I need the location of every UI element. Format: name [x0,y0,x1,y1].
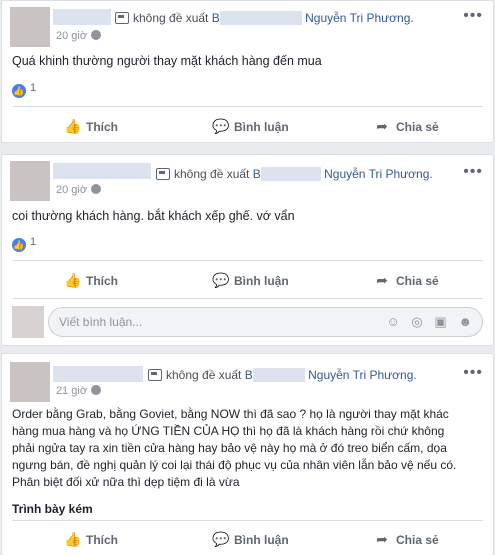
share-button[interactable]: ➦ Chia sẻ [374,524,439,554]
page-icon [148,369,162,381]
like-label: Thích [86,274,118,288]
page-link-suffix[interactable]: Nguyễn Tri Phương. [305,11,414,25]
redacted-page-name [260,167,321,181]
page-link-suffix[interactable]: Nguyễn Tri Phương. [324,167,433,181]
reaction-number: 1 [30,82,37,94]
comment-tools: ☺ ◎ ▣ ☻ [379,308,472,336]
reaction-count[interactable]: 👍 1 [12,236,36,252]
recommend-text: không đề xuất [133,11,209,25]
comment-label: Bình luận [234,120,289,134]
post-header: không đề xuất B Nguyễn Tri Phương. [156,166,433,182]
action-bar: 👍 Thích 💬 Bình luận ➦ Chia sẻ [2,524,493,554]
post-header: không đề xuất B Nguyễn Tri Phương. [115,10,414,26]
thumbs-up-icon: 👍 [64,531,82,547]
page-icon [115,12,129,24]
recommend-text: không đề xuất [166,368,242,382]
review-post-1: không đề xuất B Nguyễn Tri Phương. 20 gi… [1,0,494,143]
comment-label: Bình luận [234,274,289,288]
emoji-icon[interactable]: ☺ [387,314,400,329]
comment-input[interactable]: Viết bình luận... ☺ ◎ ▣ ☻ [48,307,483,337]
comment-placeholder: Viết bình luận... [59,315,143,329]
share-label: Chia sẻ [396,120,439,134]
page-icon [156,168,170,180]
comment-bubble-icon: 💬 [212,531,230,547]
time-text: 20 giờ [56,30,88,42]
review-post-3: không đề xuất B Nguyễn Tri Phương. 21 gi… [1,353,494,555]
avatar[interactable] [10,161,50,201]
gif-icon[interactable]: ▣ [434,314,446,329]
share-button[interactable]: ➦ Chia sẻ [374,111,439,141]
comment-bubble-icon: 💬 [212,118,230,134]
timestamp[interactable]: 20 giờ [56,30,102,42]
recommend-text: không đề xuất [174,167,250,181]
redacted-name [53,9,111,25]
post-text-line: ngưng bán, đề nghị quản lý coi lại thái … [12,458,457,472]
like-label: Thích [86,120,118,134]
sticker-icon[interactable]: ☻ [458,314,472,329]
action-bar: 👍 Thích 💬 Bình luận ➦ Chia sẻ [2,265,493,295]
page-link-suffix[interactable]: Nguyễn Tri Phương. [308,368,417,382]
share-arrow-icon: ➦ [376,118,388,134]
post-header: không đề xuất B Nguyễn Tri Phương. [148,367,417,383]
comment-composer: Viết bình luận... ☺ ◎ ▣ ☻ [12,306,483,338]
post-text-line: Phân biệt đối xử nữa thì dẹp tiệm đi là … [12,475,240,489]
share-label: Chia sẻ [396,533,439,547]
like-button[interactable]: 👍 Thích [64,111,118,141]
review-post-2: không đề xuất B Nguyễn Tri Phương. 20 gi… [1,154,494,346]
page-link[interactable]: B [245,368,253,382]
comment-button[interactable]: 💬 Bình luận [212,524,289,554]
globe-icon [91,385,102,395]
more-options-icon[interactable]: ••• [463,8,483,24]
comment-button[interactable]: 💬 Bình luận [212,111,289,141]
thumbs-up-icon: 👍 [64,272,82,288]
time-text: 21 giờ [56,385,88,397]
like-badge-icon: 👍 [12,238,26,252]
more-options-icon[interactable]: ••• [463,365,483,381]
post-text: coi thường khách hàng. bắt khách xếp ghế… [12,209,295,223]
post-text-line: phải ngửa tay ra xin tiền cửa hàng hay b… [12,441,447,455]
post-text-bold: Trình bày kém [12,502,93,516]
reaction-number: 1 [30,236,37,248]
post-text: Order bằng Grab, bằng Goviet, bằng NOW t… [12,406,483,491]
page-link[interactable]: B [253,167,261,181]
post-text-line: Order bằng Grab, bằng Goviet, bằng NOW t… [12,407,449,421]
avatar[interactable] [10,362,50,402]
globe-icon [91,184,102,194]
divider [12,106,483,107]
comment-label: Bình luận [234,533,289,547]
post-text-line: hàng mua hàng và họ ỨNG TIỀN CỦA HỌ thì … [12,424,445,438]
avatar[interactable] [10,7,50,47]
more-options-icon[interactable]: ••• [463,164,483,180]
time-text: 20 giờ [56,184,88,196]
divider [12,520,483,521]
redacted-name [53,366,143,382]
divider [12,298,483,299]
like-button[interactable]: 👍 Thích [64,524,118,554]
divider [12,260,483,261]
action-bar: 👍 Thích 💬 Bình luận ➦ Chia sẻ [2,111,493,141]
share-arrow-icon: ➦ [376,272,388,288]
redacted-name [53,163,151,179]
thumbs-up-icon: 👍 [64,118,82,134]
globe-icon [91,30,102,40]
reaction-count[interactable]: 👍 1 [12,82,36,98]
like-label: Thích [86,533,118,547]
like-badge-icon: 👍 [12,84,26,98]
comment-bubble-icon: 💬 [212,272,230,288]
timestamp[interactable]: 20 giờ [56,184,102,196]
timestamp[interactable]: 21 giờ [56,385,102,397]
commenter-avatar [12,306,44,338]
camera-icon[interactable]: ◎ [411,314,422,329]
share-arrow-icon: ➦ [376,531,388,547]
like-button[interactable]: 👍 Thích [64,265,118,295]
share-button[interactable]: ➦ Chia sẻ [374,265,439,295]
redacted-page-name [219,11,302,25]
redacted-page-name [252,368,305,382]
share-label: Chia sẻ [396,274,439,288]
comment-button[interactable]: 💬 Bình luận [212,265,289,295]
post-text: Quá khinh thường người thay mặt khách hà… [12,54,322,68]
page-link[interactable]: B [212,11,220,25]
